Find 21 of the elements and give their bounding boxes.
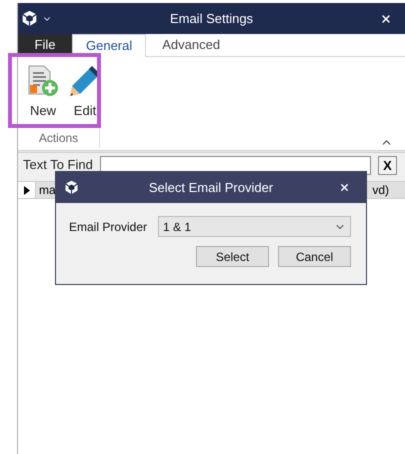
provider-dropdown[interactable]: 1 & 1 [158,216,351,237]
dialog-button[interactable]: Cancel [278,246,351,267]
logo-icon [21,10,38,27]
window-title: Email Settings [168,10,254,28]
column-header[interactable]: vd) [372,181,389,199]
field-label: Email Provider [69,218,148,236]
clear-button[interactable]: X [378,156,397,174]
new-document-icon [26,64,60,98]
search-label: Text To Find [23,156,93,174]
ribbon-button[interactable]: Edit [68,64,102,120]
ribbon-tab[interactable]: General [72,34,146,57]
ribbon-tab[interactable]: Advanced [146,33,236,56]
logo-icon [64,180,79,195]
dialog-button[interactable]: Select [196,246,269,267]
close-icon[interactable] [380,12,392,24]
ribbon-button[interactable]: New [26,64,60,120]
row-pointer-icon [24,186,30,194]
close-icon[interactable] [339,182,350,193]
column-header[interactable]: ma [39,181,56,199]
group-label: Actions [38,130,78,147]
dialog-title: Select Email Provider [148,178,274,197]
